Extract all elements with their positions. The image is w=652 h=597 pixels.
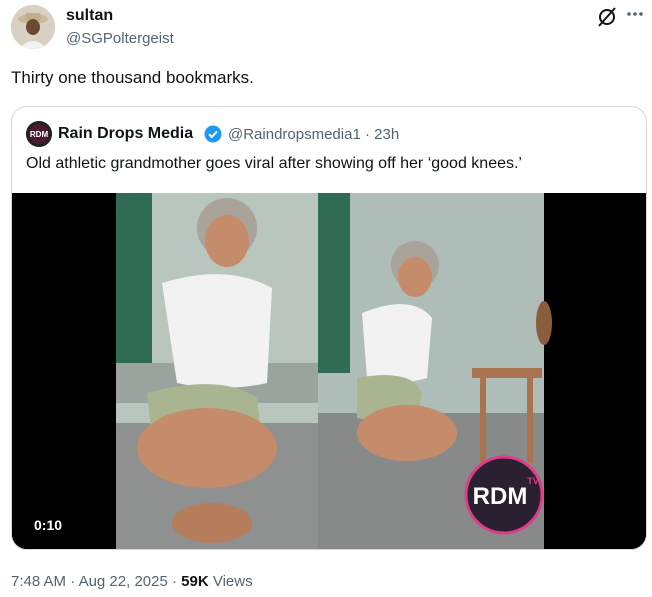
quoted-tweet[interactable]: RDM Rain Drops Media @Raindropsmedia1 · … (11, 106, 647, 550)
more-icon[interactable] (625, 4, 645, 24)
views-count: 59K (181, 573, 209, 590)
verified-icon (204, 125, 222, 143)
meta-separator: · (70, 573, 76, 590)
author-handle[interactable]: @SGPoltergeist (66, 30, 174, 47)
meta-separator: · (171, 573, 177, 590)
video-frame: RDM TV (12, 193, 646, 549)
quote-separator: · (364, 126, 370, 143)
tweet-time[interactable]: 7:48 AM (11, 573, 66, 590)
quote-handle-time: @Raindropsmedia1 · 23h (228, 126, 399, 143)
video-watermark-sub: TV (527, 476, 539, 486)
author-avatar[interactable] (11, 5, 55, 49)
quote-time[interactable]: 23h (374, 126, 399, 143)
views-label: Views (212, 573, 253, 590)
quote-author-name[interactable]: Rain Drops Media (58, 125, 193, 143)
quote-avatar-label: RDM (30, 130, 49, 139)
video-duration: 0:10 (34, 517, 63, 533)
tweet-text: Thirty one thousand bookmarks. (11, 68, 254, 87)
video-player[interactable]: RDM TV (12, 193, 646, 549)
author-name[interactable]: sultan (66, 7, 113, 25)
tweet-meta: 7:48 AM · Aug 22, 2025 · 59K Views (11, 573, 253, 590)
grok-icon[interactable] (596, 6, 618, 28)
quote-handle[interactable]: @Raindropsmedia1 (228, 126, 361, 143)
quote-avatar[interactable]: RDM (26, 121, 52, 147)
video-watermark: RDM (473, 483, 528, 510)
tweet-date[interactable]: Aug 22, 2025 (79, 573, 168, 590)
quote-text: Old athletic grandmother goes viral afte… (26, 155, 522, 172)
